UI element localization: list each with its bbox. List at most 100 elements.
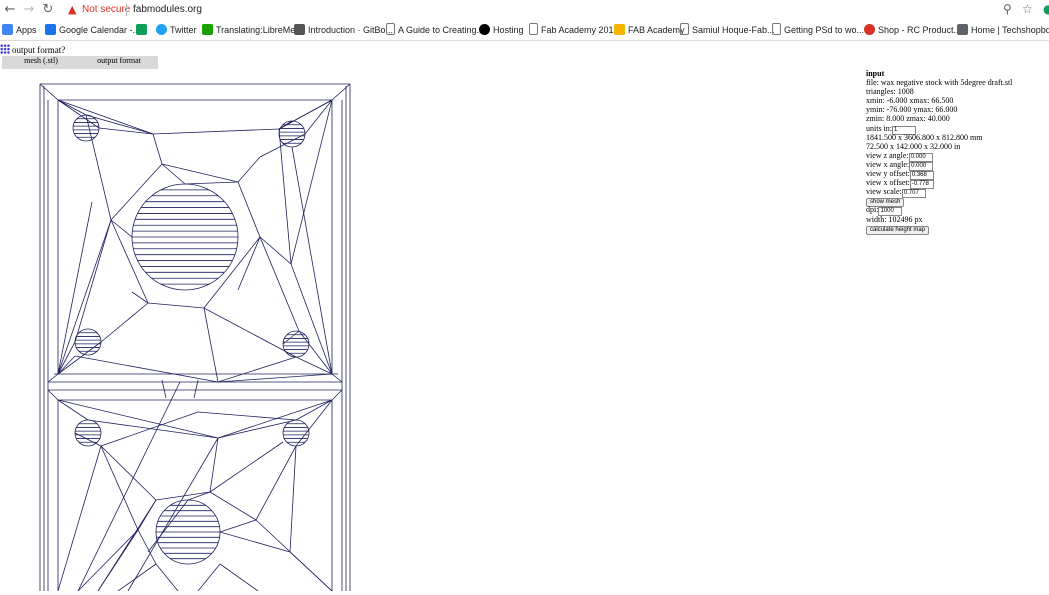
view-scale-input[interactable]: 0.707 <box>901 189 926 199</box>
bookmark-label: FAB Academy <box>628 25 685 35</box>
app-title: output format? <box>0 44 65 55</box>
bookmark-item[interactable]: Getting PSd to wo... <box>772 23 864 37</box>
libreoffice-icon <box>202 24 213 35</box>
y-range: ymin: -76.000 ymax: 66.000 <box>866 105 958 115</box>
reload-icon[interactable]: ↻ <box>40 2 56 18</box>
mesh-edge <box>203 307 219 383</box>
mesh-edge <box>147 302 205 309</box>
bookmark-label: Translating:LibreMe... <box>216 25 303 35</box>
mesh-edge <box>152 133 163 165</box>
mesh-edge <box>155 563 179 592</box>
github-icon <box>479 24 490 35</box>
mesh-edge <box>161 163 239 183</box>
bookmark-item[interactable]: Google Calendar -... <box>45 23 140 37</box>
mesh-edge <box>217 373 333 383</box>
page-icon <box>772 23 781 35</box>
bookmark-item[interactable]: Samiul Hoque-Fab... <box>680 23 775 37</box>
page-title: output format? <box>12 45 66 55</box>
bookmark-label: Shop - RC Product... <box>878 25 962 35</box>
mesh-edge <box>209 437 219 493</box>
mesh-wireframe <box>39 83 351 592</box>
mesh-edge <box>298 330 333 375</box>
units-label: units in: <box>866 123 893 133</box>
extension-icon[interactable]: ● <box>1043 2 1049 16</box>
page-icon <box>386 23 395 35</box>
page-icon <box>529 23 538 35</box>
fab-grid-icon <box>0 44 10 54</box>
mesh-edge <box>100 411 199 447</box>
bookmark-item[interactable]: FAB Academy <box>614 23 685 37</box>
mesh-edge <box>97 499 157 592</box>
mesh-edge <box>217 399 333 439</box>
file-name: file: wax negative stock with 5degree dr… <box>866 78 1013 88</box>
mesh-edge <box>295 399 333 447</box>
calendar-icon <box>45 24 56 35</box>
mesh-edge <box>193 379 199 399</box>
tab-output-format[interactable]: output format <box>80 56 158 69</box>
address-bar[interactable]: ▲ Not secure fabmodules.org <box>63 1 1018 19</box>
mesh-edge <box>187 491 211 501</box>
size-mm: 1841.500 x 3606.800 x 812.800 mm <box>866 132 983 142</box>
size-in: 72.500 x 142.000 x 32.000 in <box>866 141 961 151</box>
bookmark-item[interactable]: Apps <box>2 23 37 37</box>
tab-mesh[interactable]: mesh (.stl) <box>2 56 80 69</box>
site-icon <box>957 24 968 35</box>
bookmark-label: Twitter <box>170 25 197 35</box>
bookmark-item[interactable]: Fab Academy 2019 <box>529 23 619 37</box>
mesh-edge <box>74 355 219 383</box>
mesh-edge <box>47 373 59 383</box>
mesh-view[interactable] <box>38 82 354 592</box>
apps-grid-icon <box>2 24 13 35</box>
mesh-edge <box>77 381 181 592</box>
twitter-icon <box>156 24 167 35</box>
z-range: zmin: 8.000 zmax: 40.000 <box>866 114 950 124</box>
calculate-height-map-button[interactable]: calculate height map <box>866 225 930 235</box>
mesh-edge <box>197 411 297 421</box>
mesh-edge <box>57 341 76 375</box>
zoom-icon[interactable]: ⚲ <box>1003 2 1012 16</box>
mesh-edge <box>77 529 139 592</box>
mesh-edge <box>57 341 102 375</box>
format-tabs: mesh (.stl) output format <box>2 56 158 69</box>
star-icon[interactable]: ☆ <box>1022 2 1033 16</box>
bookmark-item[interactable]: Hosting <box>479 23 524 37</box>
mesh-edge <box>110 219 149 304</box>
security-status[interactable]: Not secure <box>82 4 130 15</box>
forward-icon[interactable]: → <box>21 2 37 18</box>
bookmark-item[interactable]: Shop - RC Product... <box>864 23 961 37</box>
mesh-edge <box>259 236 300 332</box>
bookmark-item[interactable]: Twitter <box>156 23 197 37</box>
mesh-edge <box>161 379 167 399</box>
bookmark-label: A Guide to Creating... <box>398 25 485 35</box>
book-icon <box>294 24 305 35</box>
bookmark-item[interactable]: Home | Techshopbd <box>957 23 1049 37</box>
mesh-edge <box>331 389 343 401</box>
url-text[interactable]: fabmodules.org <box>133 4 202 15</box>
mesh-edge <box>331 373 343 383</box>
mesh-edge <box>217 419 297 439</box>
back-icon[interactable]: ← <box>2 2 18 18</box>
bookmark-item[interactable]: A Guide to Creating... <box>386 23 484 37</box>
bookmark-label: Home | Techshopbd <box>971 25 1049 35</box>
bookmark-item[interactable]: Translating:LibreMe... <box>202 23 303 37</box>
bookmark-item[interactable]: Introduction · GitBo... <box>294 23 393 37</box>
mesh-edge <box>278 99 333 130</box>
mesh-edge <box>259 236 292 265</box>
browser-toolbar: ← → ↻ ▲ Not secure fabmodules.org ⚲ ☆ ● <box>0 0 1049 20</box>
mesh-edge <box>47 389 59 401</box>
folder-icon <box>614 24 625 35</box>
mesh-edge <box>217 356 297 383</box>
mesh-edge <box>57 445 102 592</box>
mesh-edge <box>278 128 292 265</box>
mesh-edge <box>57 201 93 375</box>
mesh-edge <box>74 219 112 343</box>
mesh-edge <box>219 563 259 592</box>
bookmark-item[interactable] <box>136 23 150 37</box>
mesh-edge <box>237 156 261 183</box>
mesh-edge <box>331 83 351 101</box>
width-px: width: 102496 px <box>866 214 923 224</box>
x-range: xmin: -6.000 xmax: 66.500 <box>866 96 954 106</box>
input-panel: input file: wax negative stock with 5deg… <box>866 69 1013 235</box>
green-square-icon <box>136 24 147 35</box>
mesh-edge <box>147 499 189 553</box>
